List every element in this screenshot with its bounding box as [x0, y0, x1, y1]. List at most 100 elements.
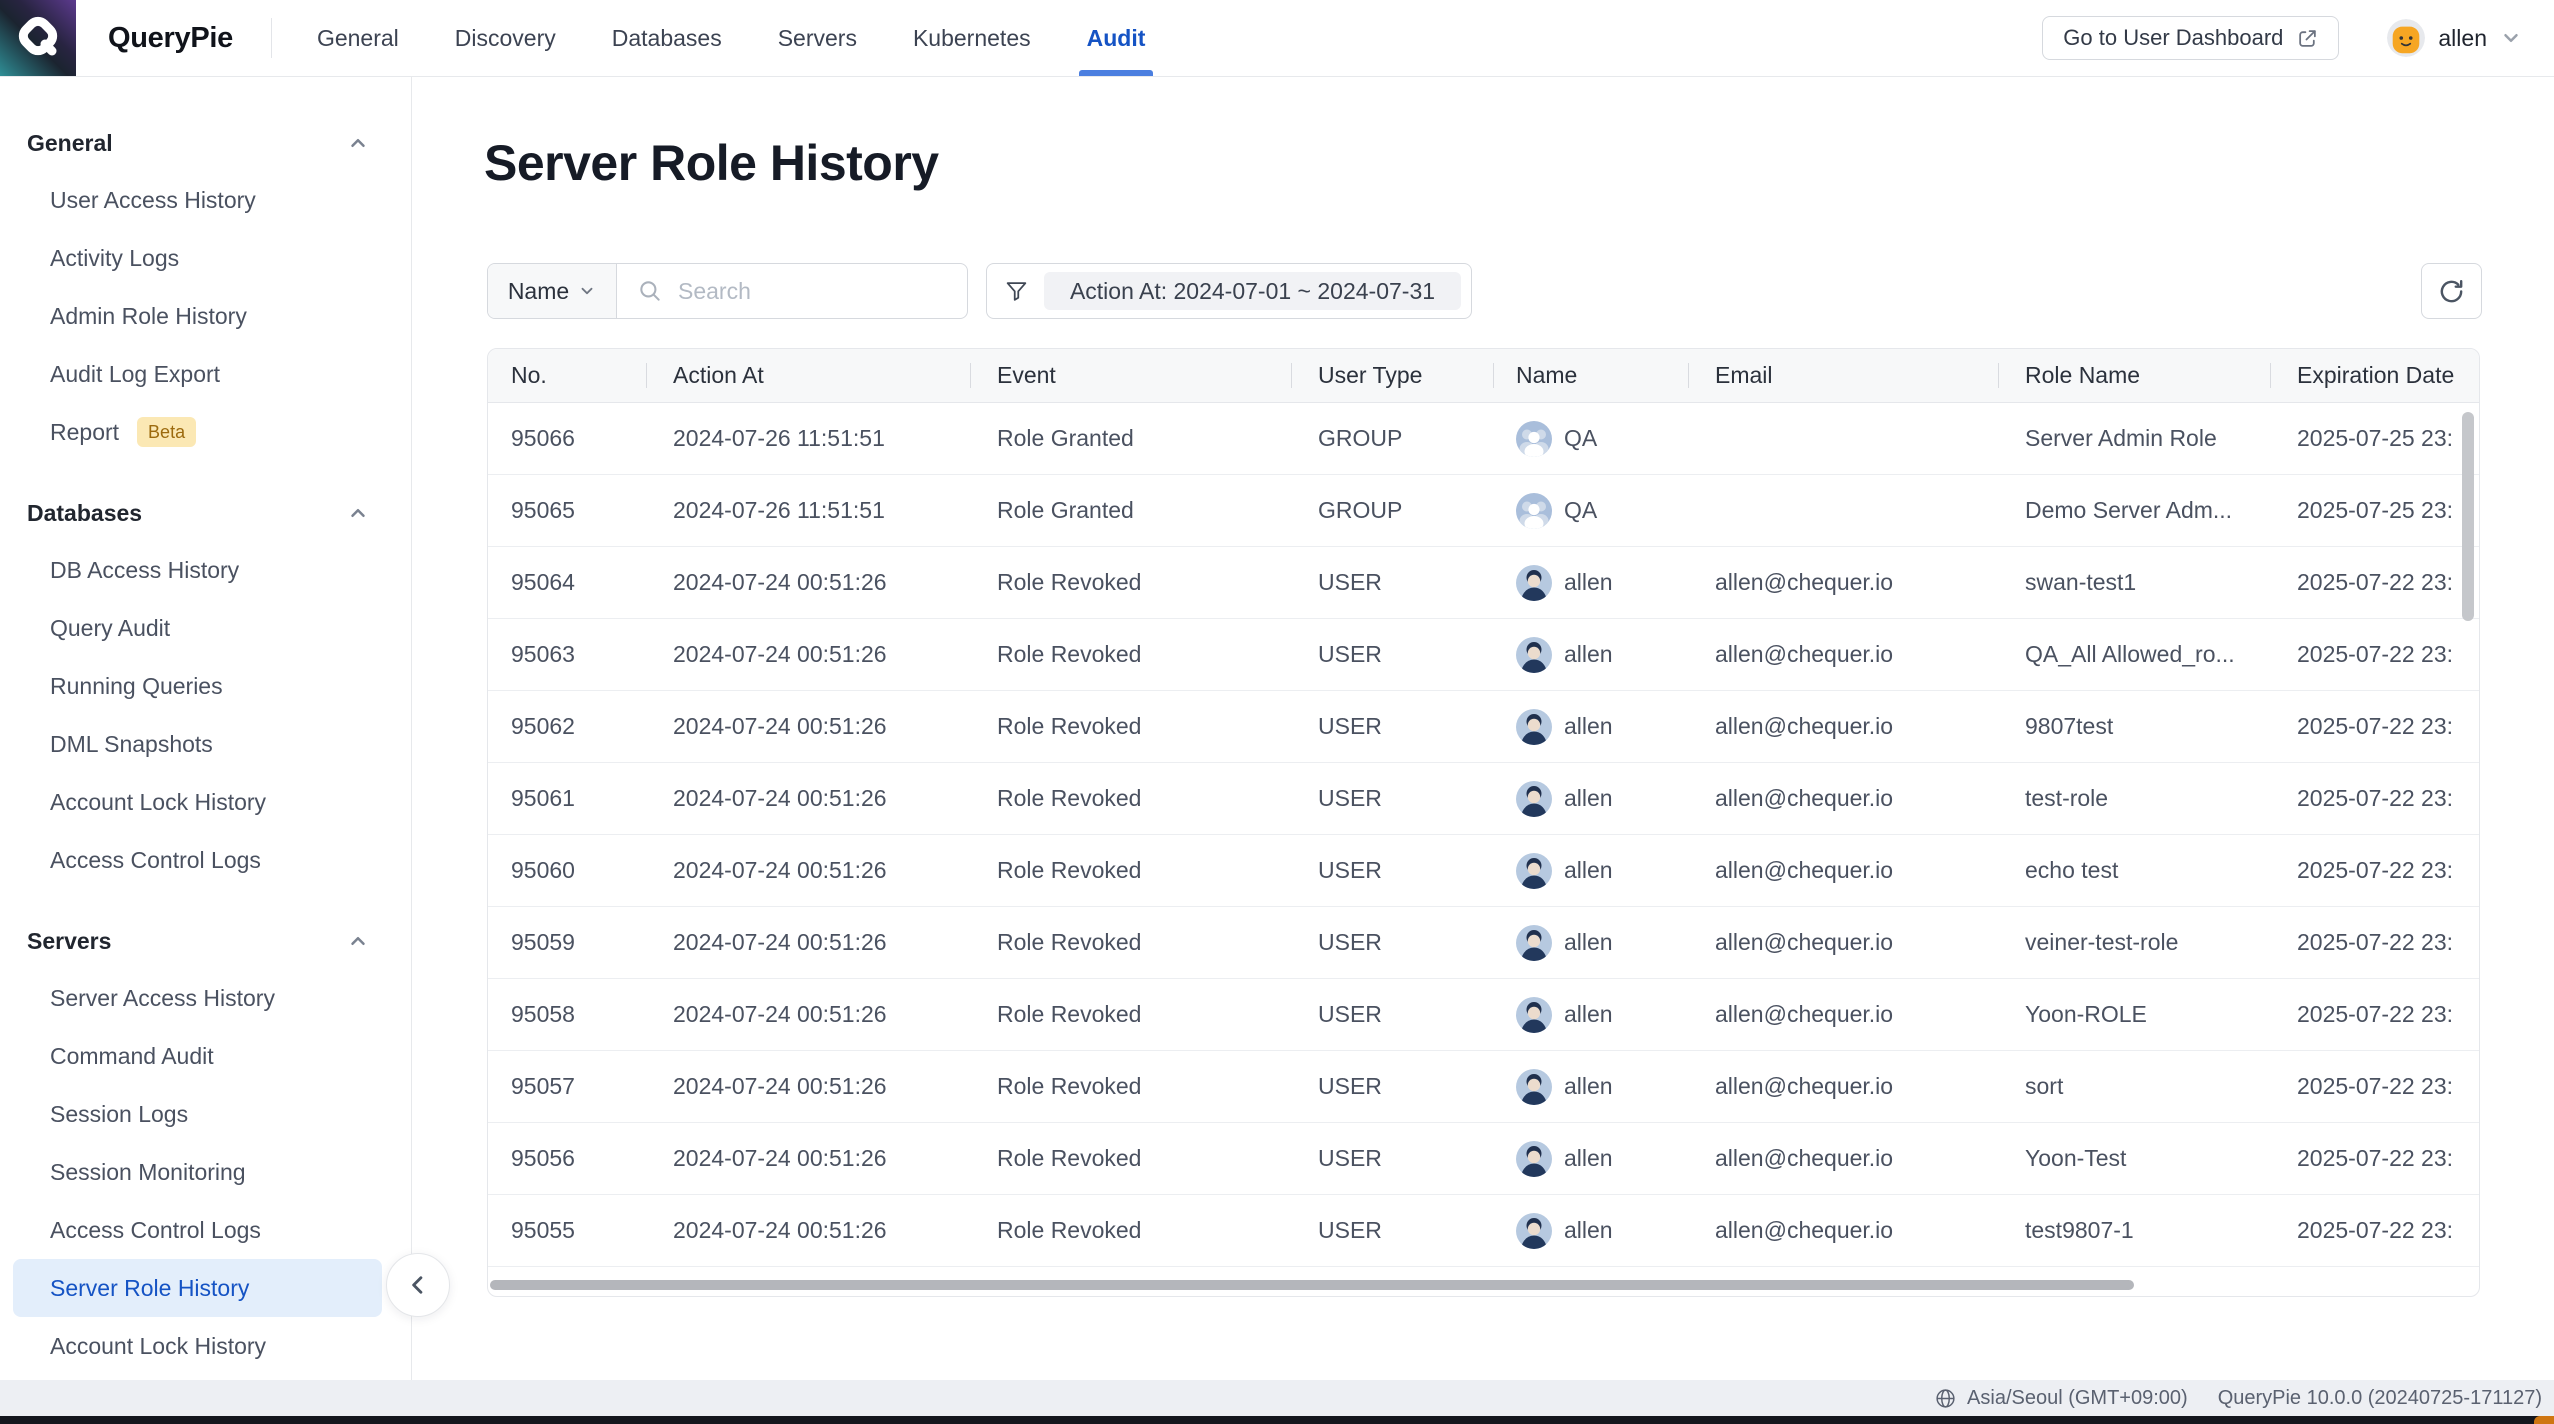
- sidebar-item-access-control-logs[interactable]: Access Control Logs: [13, 831, 382, 889]
- sidebar-item-session-logs[interactable]: Session Logs: [13, 1085, 382, 1143]
- cell-no: 95056: [488, 1123, 646, 1194]
- column-header-name: Name: [1493, 349, 1688, 402]
- sidebar-item-user-access-history[interactable]: User Access History: [13, 171, 382, 229]
- table-row[interactable]: 95055 2024-07-24 00:51:26 Role Revoked U…: [488, 1195, 2479, 1267]
- status-bar: Asia/Seoul (GMT+09:00) QueryPie 10.0.0 (…: [0, 1380, 2554, 1416]
- table-row[interactable]: 95057 2024-07-24 00:51:26 Role Revoked U…: [488, 1051, 2479, 1123]
- cell-user-type: USER: [1291, 763, 1493, 834]
- cell-role-name: 9807test: [1998, 691, 2270, 762]
- sidebar-item-access-control-logs-servers[interactable]: Access Control Logs: [13, 1201, 382, 1259]
- nav-item-servers[interactable]: Servers: [778, 0, 857, 76]
- cell-email: allen@chequer.io: [1688, 619, 1998, 690]
- querypie-logo-icon[interactable]: [0, 0, 76, 76]
- cell-email: [1688, 475, 1998, 546]
- vertical-scrollbar-thumb[interactable]: [2462, 412, 2474, 621]
- sidebar-item-command-audit[interactable]: Command Audit: [13, 1027, 382, 1085]
- cell-name: allen: [1493, 547, 1688, 618]
- refresh-icon: [2437, 277, 2466, 306]
- row-avatar: [1516, 565, 1552, 601]
- nav-item-databases[interactable]: Databases: [612, 0, 722, 76]
- row-avatar: [1516, 637, 1552, 673]
- cell-event: Role Granted: [970, 403, 1291, 474]
- nav-item-kubernetes[interactable]: Kubernetes: [913, 0, 1031, 76]
- sidebar-item-audit-log-export[interactable]: Audit Log Export: [13, 345, 382, 403]
- cell-event: Role Revoked: [970, 907, 1291, 978]
- desktop-corner: [2534, 1416, 2554, 1424]
- date-filter-control[interactable]: Action At: 2024-07-01 ~ 2024-07-31: [986, 263, 1472, 319]
- sidebar-header-servers[interactable]: Servers: [0, 913, 411, 969]
- table-row[interactable]: 95064 2024-07-24 00:51:26 Role Revoked U…: [488, 547, 2479, 619]
- sidebar-item-server-access-history[interactable]: Server Access History: [13, 969, 382, 1027]
- search-combo: Name: [487, 263, 968, 319]
- cell-name: allen: [1493, 763, 1688, 834]
- horizontal-scrollbar-thumb[interactable]: [490, 1280, 2134, 1290]
- cell-role-name: Server Admin Role: [1998, 403, 2270, 474]
- cell-action-at: 2024-07-24 00:51:26: [646, 835, 970, 906]
- sidebar-item-account-lock-history[interactable]: Account Lock History: [13, 773, 382, 831]
- nav-item-discovery[interactable]: Discovery: [455, 0, 556, 76]
- nav-item-audit[interactable]: Audit: [1087, 0, 1146, 76]
- chevron-left-icon: [405, 1272, 431, 1298]
- cell-expiration-date: 2025-07-25 23:: [2270, 475, 2480, 546]
- user-menu[interactable]: allen: [2387, 19, 2522, 57]
- cell-role-name: sort: [1998, 1051, 2270, 1122]
- sidebar-item-query-audit[interactable]: Query Audit: [13, 599, 382, 657]
- sidebar-item-db-access-history[interactable]: DB Access History: [13, 541, 382, 599]
- sidebar-header-general[interactable]: General: [0, 115, 411, 171]
- sidebar-item-report[interactable]: Report Beta: [13, 403, 382, 461]
- table-row[interactable]: 95066 2024-07-26 11:51:51 Role Granted G…: [488, 403, 2479, 475]
- column-header-no: No.: [488, 349, 646, 402]
- cell-user-type: USER: [1291, 691, 1493, 762]
- cell-action-at: 2024-07-24 00:51:26: [646, 1051, 970, 1122]
- cell-event: Role Revoked: [970, 979, 1291, 1050]
- sidebar-item-dml-snapshots[interactable]: DML Snapshots: [13, 715, 382, 773]
- table-row[interactable]: 95056 2024-07-24 00:51:26 Role Revoked U…: [488, 1123, 2479, 1195]
- refresh-button[interactable]: [2421, 263, 2482, 319]
- sidebar-section-databases: Databases DB Access History Query Audit …: [0, 485, 411, 889]
- sidebar-item-server-role-history[interactable]: Server Role History: [13, 1259, 382, 1317]
- nav-item-general[interactable]: General: [317, 0, 399, 76]
- sidebar-item-admin-role-history[interactable]: Admin Role History: [13, 287, 382, 345]
- cell-user-type: USER: [1291, 1051, 1493, 1122]
- go-to-user-dashboard-button[interactable]: Go to User Dashboard: [2042, 16, 2339, 60]
- user-avatar: [2387, 19, 2425, 57]
- row-avatar: [1516, 1069, 1552, 1105]
- cell-event: Role Revoked: [970, 1123, 1291, 1194]
- external-link-icon: [2297, 28, 2318, 49]
- sidebar-item-account-lock-history-servers[interactable]: Account Lock History: [13, 1317, 382, 1375]
- sidebar-header-label: General: [27, 130, 113, 157]
- sidebar-header-databases[interactable]: Databases: [0, 485, 411, 541]
- cell-user-type: USER: [1291, 1123, 1493, 1194]
- row-avatar: [1516, 1213, 1552, 1249]
- table-row[interactable]: 95059 2024-07-24 00:51:26 Role Revoked U…: [488, 907, 2479, 979]
- app-window: QueryPie General Discovery Databases Ser…: [0, 0, 2554, 1424]
- cell-action-at: 2024-07-26 11:51:51: [646, 475, 970, 546]
- sidebar-item-activity-logs[interactable]: Activity Logs: [13, 229, 382, 287]
- navbar-right: Go to User Dashboard: [2042, 16, 2522, 60]
- table-row[interactable]: 95058 2024-07-24 00:51:26 Role Revoked U…: [488, 979, 2479, 1051]
- search-field-dropdown[interactable]: Name: [488, 264, 617, 318]
- search-input[interactable]: [676, 277, 968, 306]
- table-row[interactable]: 95062 2024-07-24 00:51:26 Role Revoked U…: [488, 691, 2479, 763]
- table-row[interactable]: 95060 2024-07-24 00:51:26 Role Revoked U…: [488, 835, 2479, 907]
- table-row[interactable]: 95063 2024-07-24 00:51:26 Role Revoked U…: [488, 619, 2479, 691]
- cell-expiration-date: 2025-07-22 23:: [2270, 979, 2480, 1050]
- cell-no: 95062: [488, 691, 646, 762]
- date-range-pill[interactable]: Action At: 2024-07-01 ~ 2024-07-31: [1044, 272, 1461, 310]
- cell-no: 95064: [488, 547, 646, 618]
- brand-title: QueryPie: [108, 22, 233, 55]
- cell-email: allen@chequer.io: [1688, 1195, 1998, 1266]
- row-avatar: [1516, 997, 1552, 1033]
- sidebar-item-running-queries[interactable]: Running Queries: [13, 657, 382, 715]
- sidebar-collapse-button[interactable]: [386, 1253, 450, 1317]
- cell-no: 95055: [488, 1195, 646, 1266]
- cell-name: QA: [1493, 403, 1688, 474]
- column-header-user-type: User Type: [1291, 349, 1493, 402]
- cell-user-type: USER: [1291, 619, 1493, 690]
- column-header-action-at: Action At: [646, 349, 970, 402]
- cell-email: allen@chequer.io: [1688, 835, 1998, 906]
- table-row[interactable]: 95061 2024-07-24 00:51:26 Role Revoked U…: [488, 763, 2479, 835]
- cell-event: Role Revoked: [970, 835, 1291, 906]
- table-row[interactable]: 95065 2024-07-26 11:51:51 Role Granted G…: [488, 475, 2479, 547]
- sidebar-item-session-monitoring[interactable]: Session Monitoring: [13, 1143, 382, 1201]
